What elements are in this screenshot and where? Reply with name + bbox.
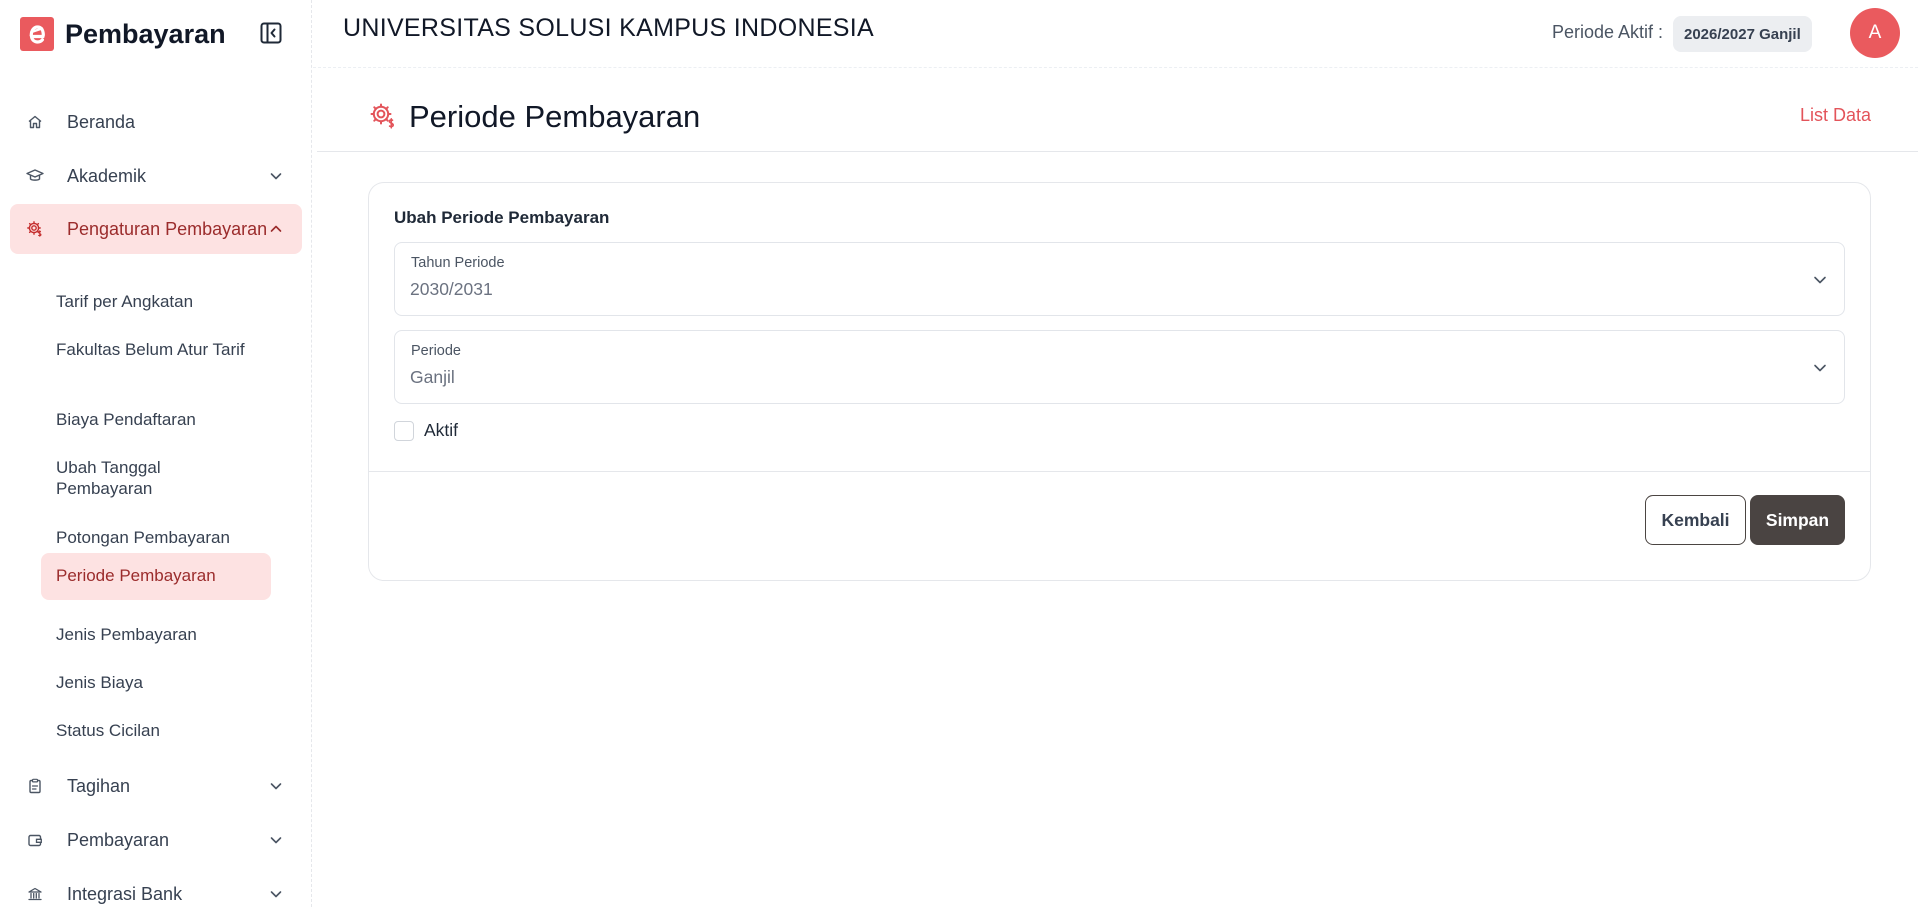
clipboard-icon: [26, 777, 44, 795]
sidebar-item-label: Integrasi Bank: [67, 883, 183, 904]
sidebar-subitem-periode-pembayaran[interactable]: Periode Pembayaran: [41, 553, 271, 600]
chevron-down-icon: [270, 783, 282, 790]
sidebar-item-label: Pengaturan Pembayaran: [67, 218, 268, 239]
aktif-checkbox-row: Aktif: [394, 420, 458, 441]
field-value: Ganjil: [410, 367, 455, 387]
field-label: Periode: [411, 343, 461, 359]
sidebar-item-tagihan[interactable]: Tagihan: [10, 761, 302, 811]
chevron-down-icon: [1814, 364, 1826, 372]
sidebar-item-pembayaran[interactable]: Pembayaran: [10, 815, 302, 865]
list-data-link[interactable]: List Data: [1800, 105, 1871, 126]
card-divider: [369, 471, 1870, 472]
back-button[interactable]: Kembali: [1645, 495, 1746, 545]
sidebar-subitem-fakultas-belum-atur-tarif[interactable]: Fakultas Belum Atur Tarif: [41, 329, 271, 370]
chevron-down-icon: [270, 173, 282, 180]
sidebar-item-beranda[interactable]: Beranda: [10, 97, 302, 147]
sidebar-subitem-potongan-pembayaran[interactable]: Potongan Pembayaran: [41, 517, 271, 558]
sidebar-subitem-jenis-biaya[interactable]: Jenis Biaya: [41, 662, 271, 703]
sidebar-item-label: Beranda: [67, 111, 136, 132]
sidebar-subitem-biaya-pendaftaran[interactable]: Biaya Pendaftaran: [41, 399, 271, 440]
home-icon: [26, 113, 44, 131]
sidebar: Pembayaran Beranda Akademik Pengaturan P…: [0, 0, 312, 907]
logo-e-icon: [20, 17, 54, 51]
chevron-down-icon: [270, 891, 282, 898]
page-title: Periode Pembayaran: [409, 99, 701, 134]
sidebar-subitem-tarif-per-angkatan[interactable]: Tarif per Angkatan: [41, 281, 271, 322]
wallet-icon: [26, 831, 44, 849]
active-period-badge: 2026/2027 Ganjil: [1673, 16, 1812, 52]
sidebar-item-integrasi-bank[interactable]: Integrasi Bank: [10, 869, 302, 907]
university-name: UNIVERSITAS SOLUSI KAMPUS INDONESIA: [343, 14, 874, 42]
avatar[interactable]: A: [1850, 8, 1900, 58]
brand-name: Pembayaran: [65, 18, 226, 49]
sidebar-item-pengaturan-pembayaran[interactable]: Pengaturan Pembayaran: [10, 204, 302, 254]
chevron-down-icon: [1814, 276, 1826, 284]
bank-icon: [26, 885, 44, 903]
field-label: Tahun Periode: [411, 255, 505, 271]
sidebar-collapse-icon: [260, 22, 282, 44]
sidebar-item-akademik[interactable]: Akademik: [10, 151, 302, 201]
tahun-periode-select[interactable]: Tahun Periode 2030/2031: [394, 242, 1845, 316]
active-period-label: Periode Aktif :: [1552, 22, 1664, 42]
sidebar-subitem-status-cicilan[interactable]: Status Cicilan: [41, 710, 271, 751]
edit-period-form-card: Ubah Periode Pembayaran Tahun Periode 20…: [368, 182, 1871, 581]
sidebar-collapse-button[interactable]: [258, 20, 284, 46]
graduation-cap-icon: [26, 167, 44, 185]
gear-money-icon: [26, 220, 44, 238]
aktif-checkbox[interactable]: [394, 420, 414, 441]
brand[interactable]: Pembayaran: [20, 16, 226, 52]
chevron-up-icon: [270, 225, 282, 232]
page-header: Periode Pembayaran List Data: [317, 69, 1918, 152]
aktif-checkbox-label[interactable]: Aktif: [424, 420, 458, 441]
field-value: 2030/2031: [410, 279, 493, 299]
sidebar-item-label: Akademik: [67, 165, 147, 186]
form-title: Ubah Periode Pembayaran: [394, 208, 610, 227]
periode-select[interactable]: Periode Ganjil: [394, 330, 1845, 404]
topbar: UNIVERSITAS SOLUSI KAMPUS INDONESIA Peri…: [313, 0, 1918, 68]
save-button[interactable]: Simpan: [1750, 495, 1845, 545]
sidebar-subitem-jenis-pembayaran[interactable]: Jenis Pembayaran: [41, 614, 271, 655]
sidebar-item-label: Tagihan: [67, 775, 131, 796]
sidebar-subitem-ubah-tanggal-pembayaran[interactable]: Ubah Tanggal Pembayaran: [41, 447, 271, 509]
chevron-down-icon: [270, 837, 282, 844]
sidebar-item-label: Pembayaran: [67, 829, 170, 850]
gear-money-icon: [370, 103, 395, 129]
